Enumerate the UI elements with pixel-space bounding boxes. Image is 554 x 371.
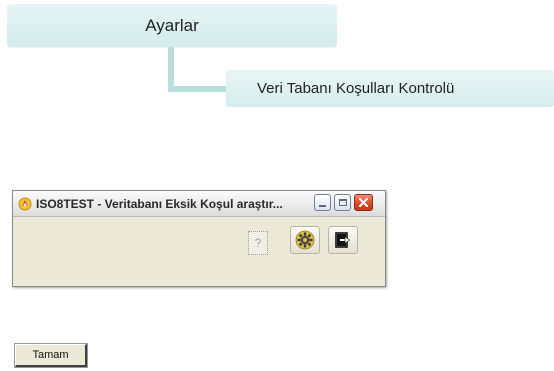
- window-client-area: ?: [13, 217, 385, 286]
- app-window: ISO8TEST - Veritabanı Eksik Koşul araştı…: [12, 190, 386, 287]
- window-title: ISO8TEST - Veritabanı Eksik Koşul araştı…: [36, 196, 283, 211]
- exit-icon: [335, 232, 350, 248]
- minimize-button[interactable]: [314, 194, 331, 211]
- ok-button-label: Tamam: [32, 349, 69, 361]
- breadcrumb-connector-horizontal: [168, 86, 234, 92]
- app-logo-icon: [18, 197, 32, 210]
- exit-button[interactable]: [328, 226, 358, 254]
- breadcrumb-child: Veri Tabanı Koşulları Kontrolü: [226, 70, 554, 107]
- maximize-icon: [338, 199, 347, 206]
- maximize-button[interactable]: [334, 194, 351, 211]
- minimize-icon: [319, 204, 326, 207]
- settings-run-button[interactable]: [290, 226, 320, 254]
- gear-icon: [295, 230, 315, 250]
- window-titlebar[interactable]: ISO8TEST - Veritabanı Eksik Koşul araştı…: [13, 191, 385, 217]
- close-button[interactable]: [354, 194, 373, 211]
- help-button[interactable]: ?: [248, 231, 268, 255]
- breadcrumb-root: Ayarlar: [7, 4, 337, 47]
- close-icon: [359, 198, 368, 207]
- ok-button[interactable]: Tamam: [14, 343, 88, 368]
- help-icon: ?: [254, 236, 262, 250]
- breadcrumb-root-label: Ayarlar: [145, 15, 199, 35]
- breadcrumb-child-label: Veri Tabanı Koşulları Kontrolü: [257, 80, 455, 97]
